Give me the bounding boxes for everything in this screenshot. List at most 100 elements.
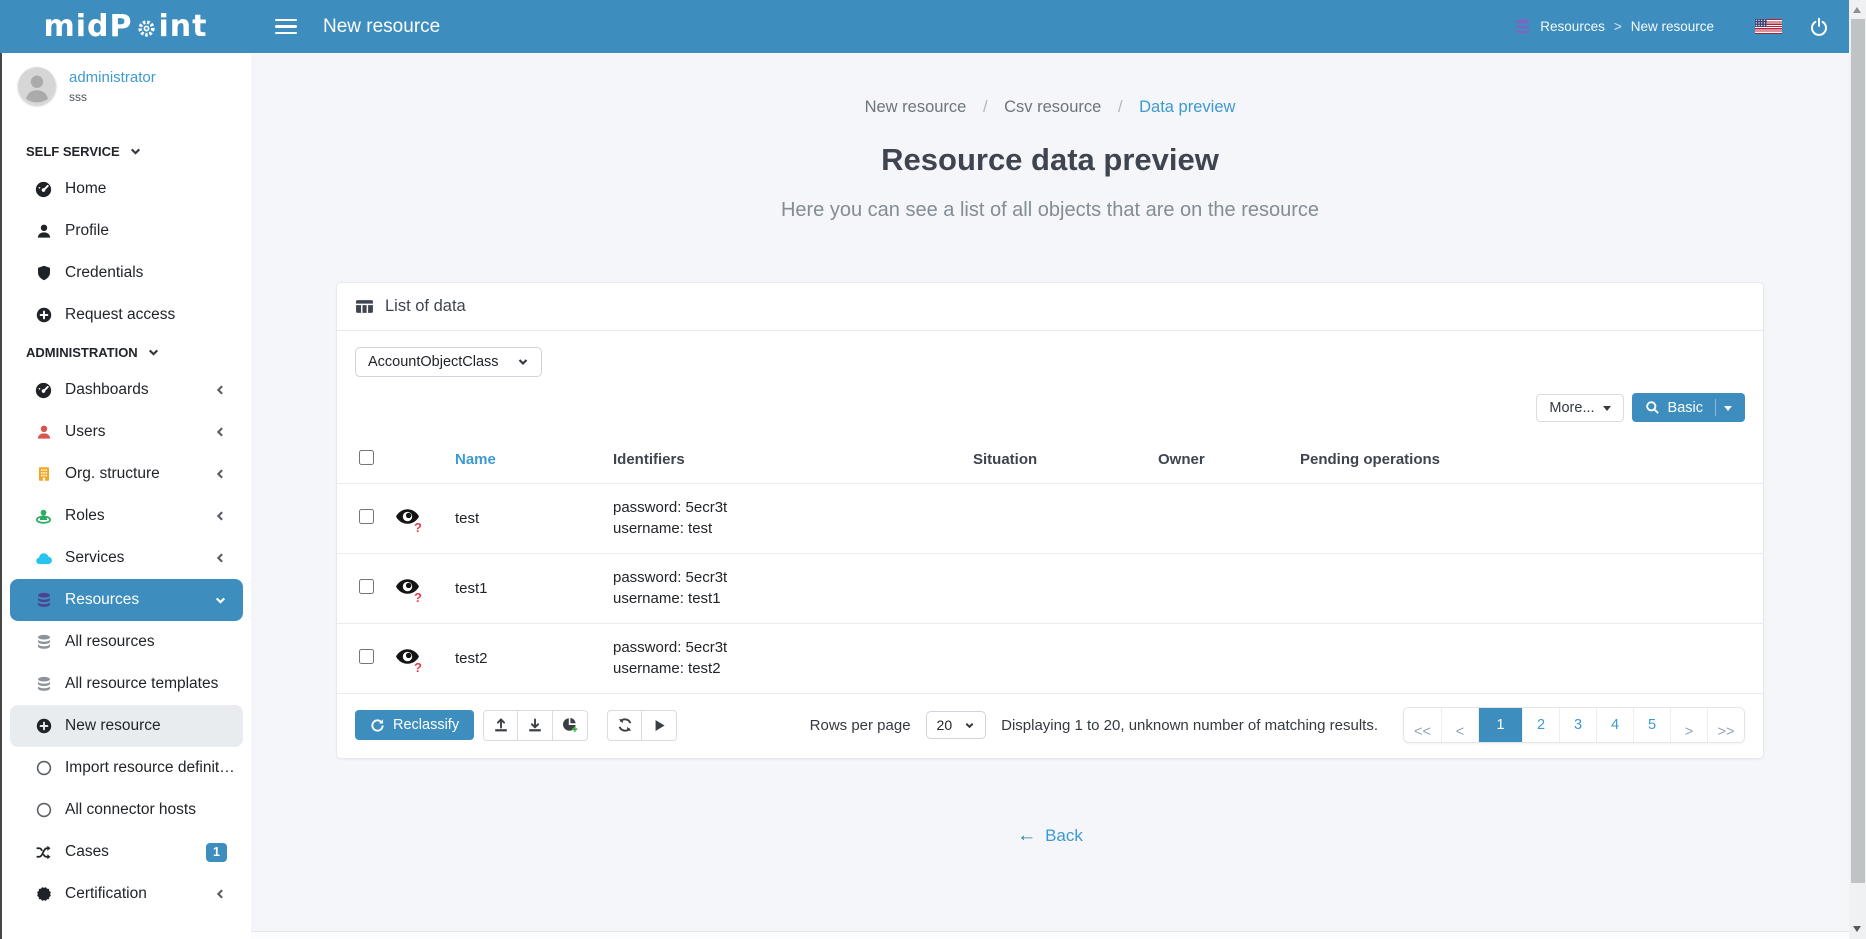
sidebar-item-label: Resources — [65, 591, 139, 609]
page-prev-button[interactable]: < — [1441, 708, 1478, 742]
list-icon — [355, 298, 374, 315]
card-header: List of data — [337, 283, 1763, 331]
breadcrumb-new-resource[interactable]: New resource — [865, 98, 967, 116]
sidebar-item-all-resources[interactable]: All resources — [10, 621, 243, 663]
download-icon — [527, 717, 543, 733]
sidebar-item-label: Certification — [65, 885, 147, 903]
page-subtitle: Here you can see a list of all objects t… — [251, 199, 1849, 222]
logo-text-right: int — [159, 9, 208, 44]
scroll-up-icon[interactable] — [1853, 7, 1861, 13]
power-icon[interactable] — [1809, 17, 1829, 37]
page-2-button[interactable]: 2 — [1522, 708, 1559, 742]
section-administration[interactable]: ADMINISTRATION — [10, 336, 243, 369]
sidebar-item-all-connector-hosts[interactable]: All connector hosts — [10, 789, 243, 831]
shadow-account-icon: ? — [395, 508, 421, 528]
play-icon — [652, 718, 667, 733]
user-name[interactable]: administrator — [69, 69, 156, 86]
object-class-value: AccountObjectClass — [368, 354, 499, 370]
create-report-button[interactable] — [553, 710, 588, 741]
sidebar-item-cases[interactable]: Cases 1 — [10, 831, 243, 873]
identifier-line: username: test2 — [613, 659, 973, 680]
page-1-button[interactable]: 1 — [1478, 708, 1522, 742]
sidebar-item-credentials[interactable]: Credentials — [10, 252, 243, 294]
table-header-row: Name Identifiers Situation Owner Pending… — [337, 438, 1763, 484]
column-header-name[interactable]: Name — [455, 438, 613, 484]
button-divider — [1715, 399, 1716, 416]
sidebar-item-users[interactable]: Users — [10, 411, 243, 453]
more-button[interactable]: More... — [1536, 394, 1623, 422]
page-last-button[interactable]: >> — [1707, 708, 1744, 742]
hamburger-icon[interactable] — [275, 19, 297, 35]
chevron-down-icon — [129, 145, 142, 158]
column-header-owner: Owner — [1158, 438, 1300, 484]
sidebar-item-all-resource-templates[interactable]: All resource templates — [10, 663, 243, 705]
us-flag-icon[interactable] — [1755, 19, 1782, 34]
download-button[interactable] — [518, 710, 553, 741]
page-title: Resource data preview — [251, 142, 1849, 178]
chevron-down-icon — [147, 346, 160, 359]
logo-text-left: midP — [44, 9, 133, 44]
reclassify-button[interactable]: Reclassify — [355, 710, 474, 740]
row-checkbox[interactable] — [359, 649, 374, 664]
rows-per-page-select[interactable]: 20 — [926, 711, 987, 739]
midpoint-logo[interactable]: midP int — [0, 9, 251, 44]
user-panel: administrator sss — [2, 53, 251, 121]
sidebar-item-certification[interactable]: Certification — [10, 873, 243, 915]
page-4-button[interactable]: 4 — [1596, 708, 1633, 742]
refresh-icon — [617, 717, 633, 733]
back-button[interactable]: ← Back — [1017, 825, 1083, 847]
section-self-service[interactable]: SELF SERVICE — [10, 135, 243, 168]
sidebar-item-new-resource[interactable]: New resource — [10, 705, 243, 747]
basic-search-button[interactable]: Basic — [1632, 393, 1745, 422]
sidebar-item-org-structure[interactable]: Org. structure — [10, 453, 243, 495]
logo-gear-icon — [136, 18, 157, 39]
column-header-identifiers: Identifiers — [613, 438, 973, 484]
request-access-icon — [35, 307, 52, 324]
caret-down-icon[interactable] — [1724, 406, 1732, 411]
row-checkbox[interactable] — [359, 579, 374, 594]
breadcrumb-separator: > — [1614, 19, 1622, 34]
data-table: Name Identifiers Situation Owner Pending… — [337, 438, 1763, 693]
upload-button[interactable] — [483, 710, 518, 741]
sidebar-item-profile[interactable]: Profile — [10, 210, 243, 252]
chevron-down-icon — [214, 594, 227, 607]
select-all-checkbox[interactable] — [359, 450, 374, 465]
page-next-button[interactable]: > — [1670, 708, 1707, 742]
scrollbar-thumb[interactable] — [1851, 19, 1865, 883]
roles-icon — [35, 508, 52, 525]
upload-icon — [493, 717, 509, 733]
cell-name: test — [455, 484, 613, 554]
row-checkbox[interactable] — [359, 509, 374, 524]
chevron-left-icon — [214, 468, 227, 481]
topbar-breadcrumb-resources[interactable]: Resources — [1540, 19, 1605, 34]
sidebar-item-label: Services — [65, 549, 124, 567]
vertical-scrollbar[interactable] — [1849, 0, 1866, 939]
cell-owner — [1158, 484, 1300, 554]
page-first-button[interactable]: << — [1404, 708, 1441, 742]
sidebar-item-roles[interactable]: Roles — [10, 495, 243, 537]
page-3-button[interactable]: 3 — [1559, 708, 1596, 742]
sidebar-item-label: Roles — [65, 507, 105, 525]
object-class-select[interactable]: AccountObjectClass — [355, 347, 542, 377]
sidebar-item-label: Credentials — [65, 264, 143, 282]
sidebar-item-home[interactable]: Home — [10, 168, 243, 210]
sidebar-item-dashboards[interactable]: Dashboards — [10, 369, 243, 411]
refresh-button[interactable] — [607, 710, 642, 741]
sidebar-item-request-access[interactable]: Request access — [10, 294, 243, 336]
sidebar-item-label: Home — [65, 180, 106, 198]
new-resource-icon — [35, 718, 52, 735]
sidebar-item-import-resource-definition[interactable]: Import resource definit… — [10, 747, 243, 789]
credentials-icon — [35, 265, 52, 282]
breadcrumb-separator: / — [971, 98, 1000, 116]
database-icon — [35, 634, 52, 651]
scroll-down-icon[interactable] — [1853, 926, 1861, 932]
play-button[interactable] — [642, 710, 677, 741]
avatar-icon[interactable] — [18, 67, 56, 105]
topbar-breadcrumb-new-resource[interactable]: New resource — [1631, 19, 1714, 34]
page-5-button[interactable]: 5 — [1633, 708, 1670, 742]
sidebar-item-services[interactable]: Services — [10, 537, 243, 579]
chevron-left-icon — [214, 426, 227, 439]
list-of-data-card: List of data AccountObjectClass More... … — [336, 282, 1764, 759]
breadcrumb-csv-resource[interactable]: Csv resource — [1004, 98, 1101, 116]
sidebar-item-resources[interactable]: Resources — [10, 579, 243, 621]
